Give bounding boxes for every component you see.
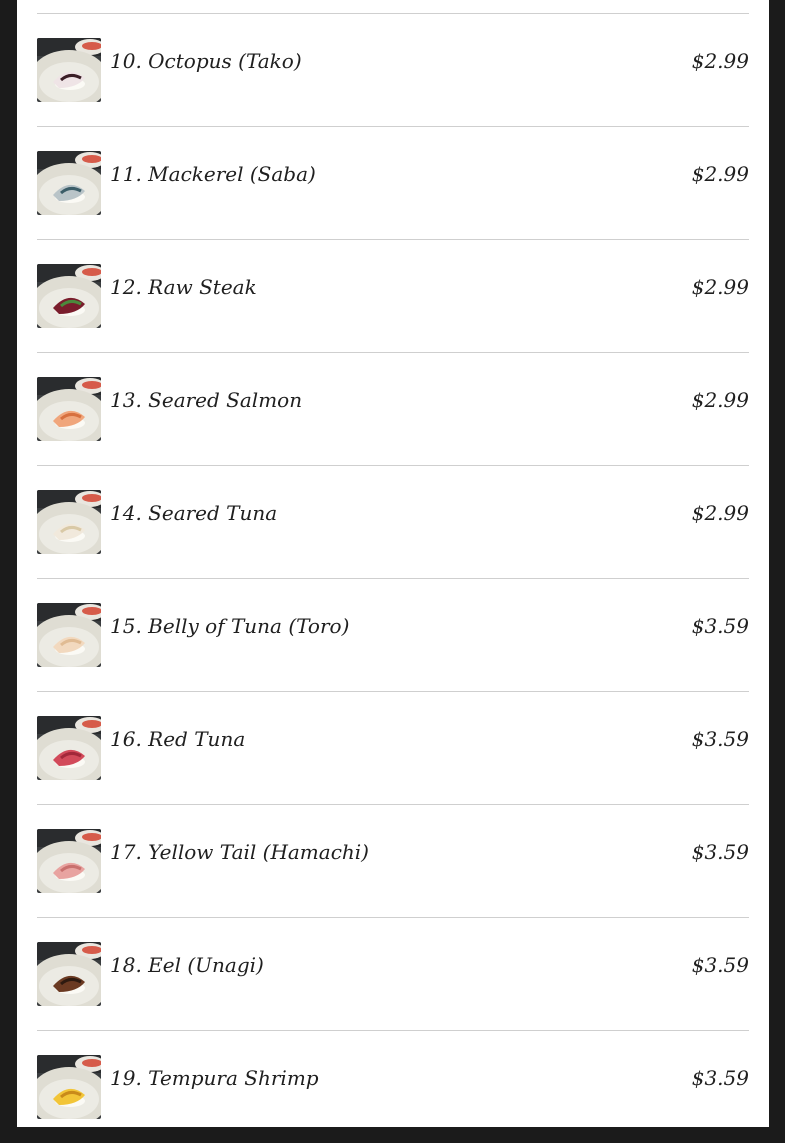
sushi-thumbnail[interactable] bbox=[37, 490, 101, 554]
divider bbox=[37, 239, 749, 240]
menu-item-name: 14. Seared Tuna bbox=[110, 501, 278, 525]
sushi-thumbnail[interactable] bbox=[37, 942, 101, 1006]
sushi-thumbnail[interactable] bbox=[37, 151, 101, 215]
menu-item[interactable]: 18. Eel (Unagi) $3.59 bbox=[37, 917, 749, 1030]
menu-item-name: 10. Octopus (Tako) bbox=[110, 49, 302, 73]
menu-item-price: $3.59 bbox=[691, 614, 749, 638]
menu-item-name: 19. Tempura Shrimp bbox=[110, 1066, 319, 1090]
menu-item-name: 16. Red Tuna bbox=[110, 727, 246, 751]
divider bbox=[37, 804, 749, 805]
sushi-thumbnail[interactable] bbox=[37, 829, 101, 893]
menu-item-name: 11. Mackerel (Saba) bbox=[110, 162, 316, 186]
menu-item-price: $3.59 bbox=[691, 727, 749, 751]
menu-item[interactable]: 14. Seared Tuna $2.99 bbox=[37, 465, 749, 578]
divider bbox=[37, 126, 749, 127]
menu-item[interactable]: 10. Octopus (Tako) $2.99 bbox=[37, 13, 749, 126]
menu-item-name: 13. Seared Salmon bbox=[110, 388, 303, 412]
divider bbox=[37, 691, 749, 692]
menu-item-price: $2.99 bbox=[691, 49, 749, 73]
menu-item-price: $2.99 bbox=[691, 275, 749, 299]
menu-item-price: $3.59 bbox=[691, 840, 749, 864]
menu-item[interactable]: 16. Red Tuna $3.59 bbox=[37, 691, 749, 804]
menu-item-name: 17. Yellow Tail (Hamachi) bbox=[110, 840, 369, 864]
divider bbox=[37, 578, 749, 579]
menu-item-price: $3.59 bbox=[691, 1066, 749, 1090]
menu-panel: 10. Octopus (Tako) $2.99 11. Mackerel (Sab… bbox=[17, 0, 769, 1127]
menu-item[interactable]: 17. Yellow Tail (Hamachi) $3.59 bbox=[37, 804, 749, 917]
menu-item[interactable]: 19. Tempura Shrimp $3.59 bbox=[37, 1030, 749, 1143]
divider bbox=[37, 917, 749, 918]
menu-item[interactable]: 13. Seared Salmon $2.99 bbox=[37, 352, 749, 465]
sushi-thumbnail[interactable] bbox=[37, 603, 101, 667]
sushi-thumbnail[interactable] bbox=[37, 1055, 101, 1119]
menu-item-name: 12. Raw Steak bbox=[110, 275, 257, 299]
menu-item-price: $2.99 bbox=[691, 501, 749, 525]
menu-item[interactable]: 11. Mackerel (Saba) $2.99 bbox=[37, 126, 749, 239]
sushi-thumbnail[interactable] bbox=[37, 38, 101, 102]
sushi-thumbnail[interactable] bbox=[37, 716, 101, 780]
menu-item-price: $2.99 bbox=[691, 162, 749, 186]
divider bbox=[37, 352, 749, 353]
sushi-thumbnail[interactable] bbox=[37, 377, 101, 441]
menu-item-price: $2.99 bbox=[691, 388, 749, 412]
menu-item-name: 18. Eel (Unagi) bbox=[110, 953, 264, 977]
divider bbox=[37, 465, 749, 466]
menu-item[interactable]: 15. Belly of Tuna (Toro) $3.59 bbox=[37, 578, 749, 691]
menu-item[interactable]: 12. Raw Steak $2.99 bbox=[37, 239, 749, 352]
sushi-thumbnail[interactable] bbox=[37, 264, 101, 328]
menu-item-name: 15. Belly of Tuna (Toro) bbox=[110, 614, 350, 638]
menu-item-price: $3.59 bbox=[691, 953, 749, 977]
divider bbox=[37, 1030, 749, 1031]
